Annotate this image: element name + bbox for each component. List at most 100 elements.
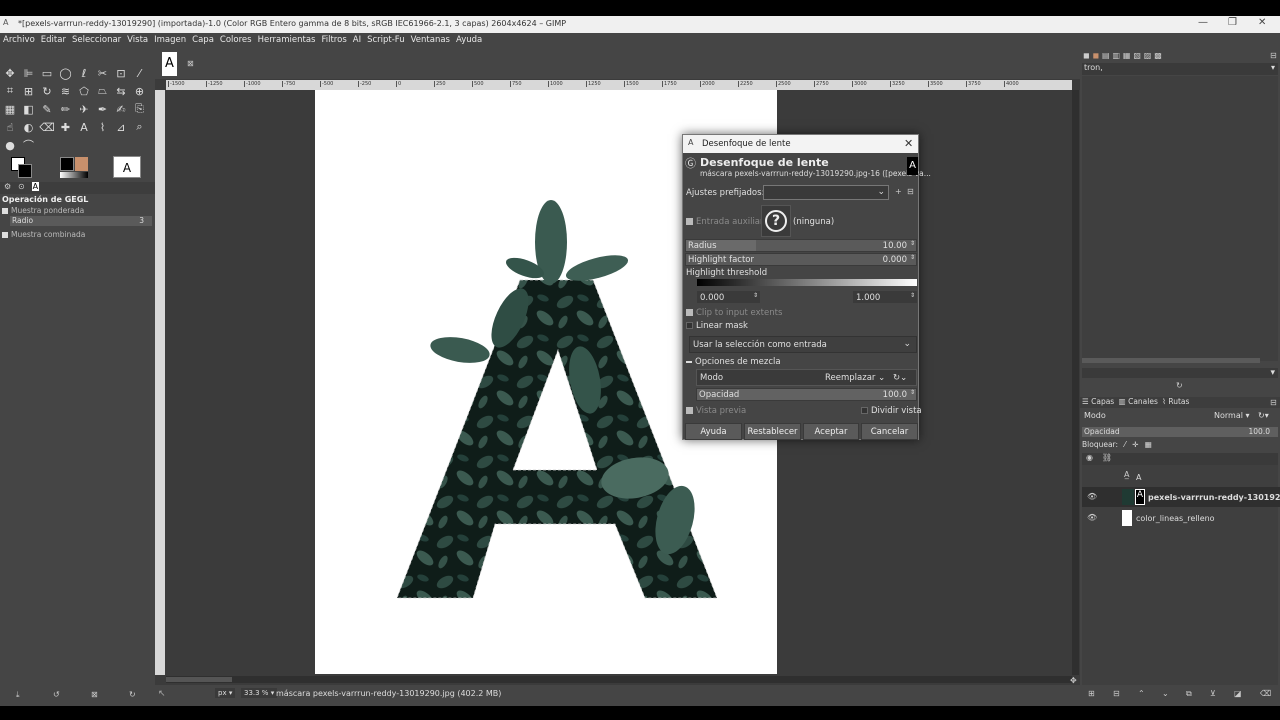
- eraser-icon[interactable]: ⌫: [39, 119, 55, 135]
- fuzzy-select-icon[interactable]: ⁄: [132, 65, 148, 81]
- aux-input-picker[interactable]: ?: [761, 205, 791, 237]
- linear-mask-checkbox[interactable]: Linear mask: [686, 321, 748, 331]
- delete-options-icon[interactable]: ⊠: [91, 690, 98, 699]
- layer-opacity-slider[interactable]: Opacidad 100.0: [1082, 427, 1278, 437]
- radius-slider[interactable]: Radius 10.00 ⇕: [685, 239, 917, 252]
- brush-list[interactable]: [1082, 76, 1278, 361]
- radius-slider[interactable]: Radio 3: [10, 216, 152, 226]
- presets-combo[interactable]: ⌄: [763, 185, 889, 200]
- layers-list[interactable]: A̲ A 👁 A pexels-varrrun-reddy-13019290.j…: [1082, 465, 1280, 685]
- brush-filter-input[interactable]: tron, ▾: [1082, 63, 1278, 75]
- maximize-icon[interactable]: ❐: [1228, 17, 1237, 28]
- smudge-icon[interactable]: ☝: [2, 119, 18, 135]
- vertical-scrollbar[interactable]: [1072, 90, 1079, 675]
- rotate-icon[interactable]: ↻: [39, 83, 55, 99]
- tool-presets-tab-icon[interactable]: ▥: [1112, 51, 1120, 60]
- menu-herramientas[interactable]: Herramientas: [255, 33, 319, 47]
- threshold-high-spin[interactable]: 1.000 ⇕: [853, 291, 917, 303]
- background-color-swatch[interactable]: [18, 164, 32, 178]
- spin-arrows-icon[interactable]: ⇕: [910, 254, 915, 261]
- ink-icon[interactable]: ✒: [95, 101, 111, 117]
- palettes-tab-icon[interactable]: ▧: [1133, 51, 1141, 60]
- minimize-icon[interactable]: —: [1198, 17, 1208, 28]
- new-group-icon[interactable]: ⊟: [1113, 689, 1120, 698]
- airbrush-icon[interactable]: ✈: [76, 101, 92, 117]
- zoom-tool-icon[interactable]: ⌕: [132, 119, 148, 135]
- perspective-icon[interactable]: ⏢: [95, 83, 111, 99]
- brushes-tab-icon[interactable]: ◼: [1083, 51, 1090, 60]
- gradient-icon[interactable]: ◧: [21, 101, 37, 117]
- new-layer-icon[interactable]: ⊞: [1088, 689, 1095, 698]
- presets-menu-icon[interactable]: ⊟: [907, 187, 914, 196]
- eye-icon[interactable]: 👁: [1087, 513, 1097, 522]
- menu-script-fu[interactable]: Script-Fu: [364, 33, 408, 47]
- gradients-tab-icon[interactable]: ▦: [1123, 51, 1131, 60]
- layer-row-a[interactable]: A̲ A: [1082, 467, 1280, 487]
- menu-imagen[interactable]: Imagen: [151, 33, 189, 47]
- flip-icon[interactable]: ⇆: [113, 83, 129, 99]
- aux-input-checkbox[interactable]: Entrada auxiliar: [686, 217, 764, 227]
- crop-icon[interactable]: ⌗: [2, 83, 18, 99]
- rect-select-icon[interactable]: ▭: [39, 65, 55, 81]
- lock-pixels-icon[interactable]: ⁄: [1124, 440, 1125, 449]
- spin-arrows-icon[interactable]: ⇕: [910, 389, 915, 396]
- add-preset-icon[interactable]: +: [895, 187, 902, 196]
- patterns-tab-icon[interactable]: ◼: [1093, 51, 1100, 60]
- dodge-burn-icon[interactable]: ●: [2, 137, 18, 153]
- active-image-thumbnail[interactable]: A: [113, 156, 141, 178]
- menu-filtros[interactable]: Filtros: [318, 33, 349, 47]
- cancel-button[interactable]: Cancelar: [861, 423, 918, 440]
- bucket-fill-icon[interactable]: ▦: [2, 101, 18, 117]
- threshold-gradient-bar[interactable]: [697, 279, 917, 286]
- color-picker-icon[interactable]: ⌇: [95, 119, 111, 135]
- refresh-brushes-icon[interactable]: ↻: [1176, 381, 1183, 390]
- layer-mask-thumbnail[interactable]: A: [1135, 489, 1145, 505]
- heal-icon[interactable]: ✚: [58, 119, 74, 135]
- reset-button[interactable]: Restablecer: [744, 423, 801, 440]
- lock-alpha-icon[interactable]: ▦: [1145, 440, 1152, 449]
- warp-transform-icon[interactable]: ≋: [58, 83, 74, 99]
- menu-ayuda[interactable]: Ayuda: [453, 33, 485, 47]
- images-tab-icon[interactable]: A: [31, 182, 40, 191]
- layer-mode-select[interactable]: Normal ▾: [1214, 411, 1250, 420]
- reset-options-icon[interactable]: ↻: [129, 690, 136, 699]
- duplicate-layer-icon[interactable]: ⧉: [1186, 689, 1192, 699]
- paths-icon[interactable]: ⌒: [21, 137, 37, 153]
- menu-seleccionar[interactable]: Seleccionar: [69, 33, 124, 47]
- threshold-low-spin[interactable]: 0.000 ⇕: [697, 291, 760, 303]
- brush-size-slider[interactable]: [1082, 358, 1260, 363]
- ok-button[interactable]: Aceptar: [803, 423, 859, 440]
- align-tool-icon[interactable]: ⊫: [21, 65, 37, 81]
- ellipse-select-icon[interactable]: ◯: [58, 65, 74, 81]
- raise-layer-icon[interactable]: ⌃: [1138, 689, 1145, 698]
- image-tab[interactable]: A: [162, 52, 177, 76]
- lower-layer-icon[interactable]: ⌄: [1162, 689, 1169, 698]
- clone-icon[interactable]: ⎘: [132, 101, 148, 117]
- dialog-close-icon[interactable]: ✕: [904, 137, 913, 150]
- handle-transform-icon[interactable]: ⊕: [132, 83, 148, 99]
- brush-tag-select[interactable]: ▾: [1082, 368, 1278, 378]
- brush-swatch[interactable]: [60, 157, 74, 171]
- menu-capa[interactable]: Capa: [189, 33, 217, 47]
- composite-mode-icon[interactable]: ↻⌄: [893, 373, 907, 383]
- layer-row-color[interactable]: 👁 color_lineas_relleno: [1082, 508, 1280, 528]
- foreground-select-icon[interactable]: ⊡: [113, 65, 129, 81]
- navigate-icon[interactable]: ✥: [1070, 676, 1077, 685]
- move-tool-icon[interactable]: ✥: [2, 65, 18, 81]
- measure-icon[interactable]: ⊿: [113, 119, 129, 135]
- blend-mode-select[interactable]: Reemplazar ⌄: [825, 373, 885, 383]
- merge-layer-icon[interactable]: ⊻: [1210, 689, 1216, 698]
- fonts-tab-icon[interactable]: ▤: [1102, 51, 1110, 60]
- spin-arrows-icon[interactable]: ⇕: [753, 292, 758, 299]
- spin-arrows-icon[interactable]: ⇕: [910, 292, 915, 299]
- paintbrush-icon[interactable]: ✎: [39, 101, 55, 117]
- menu-vista[interactable]: Vista: [124, 33, 151, 47]
- mode-reset-icon[interactable]: ↻▾: [1258, 411, 1269, 420]
- zoom-select[interactable]: 33.3 % ▾: [241, 688, 278, 698]
- highlight-factor-slider[interactable]: Highlight factor 0.000 ⇕: [685, 253, 917, 266]
- save-options-icon[interactable]: ⤓: [16, 690, 20, 700]
- clip-checkbox[interactable]: Clip to input extents: [686, 308, 782, 318]
- menu-ai[interactable]: AI: [350, 33, 364, 47]
- menu-ventanas[interactable]: Ventanas: [408, 33, 453, 47]
- close-icon[interactable]: ✕: [1258, 17, 1266, 28]
